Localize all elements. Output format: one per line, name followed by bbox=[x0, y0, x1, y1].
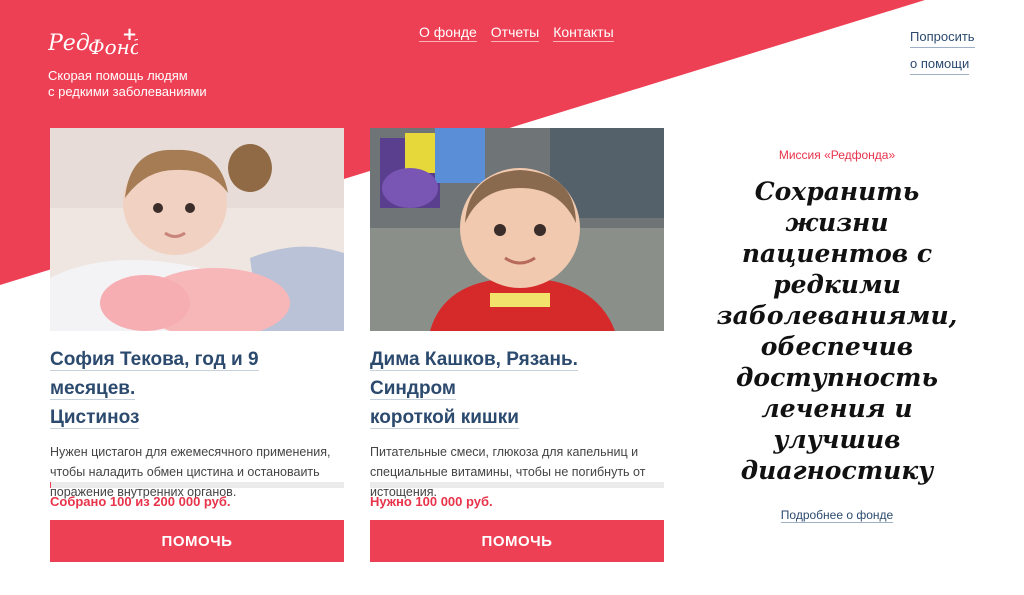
nav-about[interactable]: О фонде bbox=[419, 24, 477, 42]
tagline: Скорая помощь людям с редкими заболевани… bbox=[48, 68, 248, 100]
svg-text:+: + bbox=[122, 24, 137, 45]
patient-photo-image bbox=[370, 128, 664, 331]
needed-amount: Нужно 100 000 руб. bbox=[370, 494, 493, 509]
tagline-line2: с редкими заболеваниями bbox=[48, 84, 207, 99]
redfond-logo[interactable]: Ред Фонд + bbox=[48, 24, 138, 62]
help-button[interactable]: ПОМОЧЬ bbox=[50, 520, 344, 562]
mission-statement: Сохранить жизни пациентов с редкими забо… bbox=[716, 177, 958, 485]
ask-help-link-group: Попросить о помощи bbox=[910, 27, 990, 81]
tagline-line1: Скорая помощь людям bbox=[48, 68, 188, 83]
card-title-line1[interactable]: Дима Кашков, Рязань. Синдром bbox=[370, 349, 578, 400]
ask-help-link-line2[interactable]: о помощи bbox=[910, 54, 970, 75]
svg-text:Ред: Ред bbox=[48, 31, 90, 56]
nav-reports[interactable]: Отчеты bbox=[490, 24, 540, 42]
mission-label: Миссия «Редфонда» bbox=[778, 148, 896, 162]
raised-amount: Собрано 100 из 200 000 руб. bbox=[50, 494, 231, 509]
patient-photo[interactable] bbox=[370, 128, 664, 331]
campaign-card: София Текова, год и 9 месяцев. Цистиноз … bbox=[50, 128, 344, 562]
campaign-card: Дима Кашков, Рязань. Синдром короткой ки… bbox=[370, 128, 664, 562]
patient-photo-image bbox=[50, 128, 344, 331]
patient-photo[interactable] bbox=[50, 128, 344, 331]
about-fund-link[interactable]: Подробнее о фонде bbox=[780, 508, 894, 523]
progress-bar bbox=[50, 482, 344, 488]
mission-block: Миссия «Редфонда» Сохранить жизни пациен… bbox=[700, 148, 974, 524]
card-description: Нужен цистагон для ежемесячного применен… bbox=[50, 445, 331, 499]
ask-help-link-line1[interactable]: Попросить bbox=[910, 27, 975, 48]
card-description: Питательные смеси, глюкоза для капельниц… bbox=[370, 445, 646, 499]
main-nav: О фонде Отчеты Контакты bbox=[419, 24, 614, 42]
card-title-line2[interactable]: короткой кишки bbox=[370, 407, 519, 429]
nav-contacts[interactable]: Контакты bbox=[553, 24, 614, 42]
card-title[interactable]: София Текова, год и 9 месяцев. Цистиноз bbox=[50, 345, 344, 432]
help-button[interactable]: ПОМОЧЬ bbox=[370, 520, 664, 562]
card-title-line1[interactable]: София Текова, год и 9 месяцев. bbox=[50, 349, 259, 400]
card-title-line2[interactable]: Цистиноз bbox=[50, 407, 140, 429]
card-title[interactable]: Дима Кашков, Рязань. Синдром короткой ки… bbox=[370, 345, 664, 432]
progress-bar bbox=[370, 482, 664, 488]
